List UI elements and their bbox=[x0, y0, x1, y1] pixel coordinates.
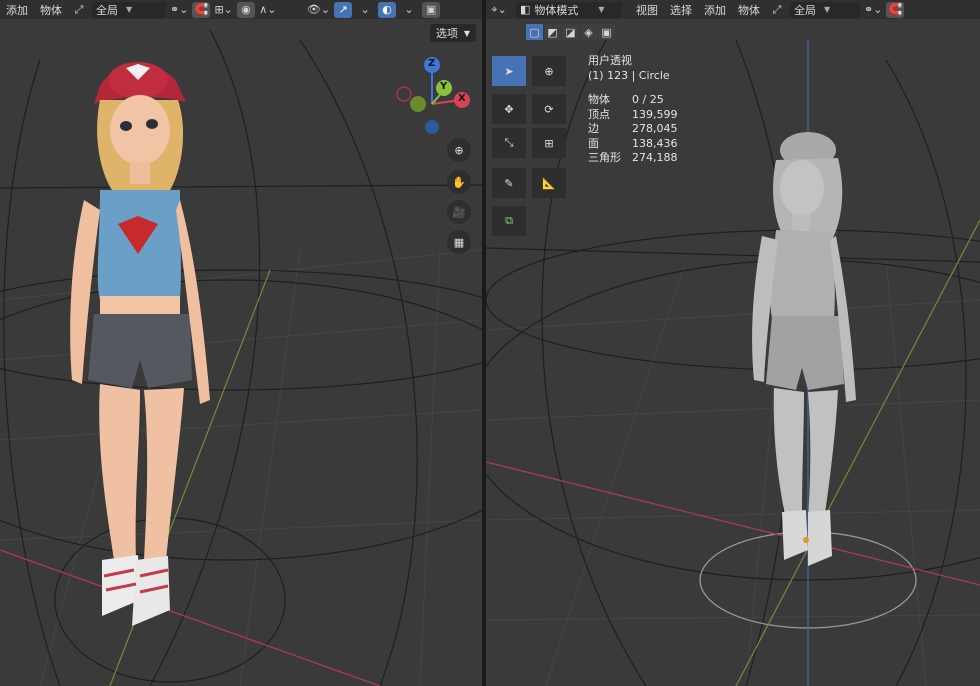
menu-add[interactable]: 添加 bbox=[698, 2, 732, 18]
stat-objects: 物体 0 / 25 bbox=[588, 93, 664, 106]
transform-orientation-icon[interactable]: ⤢ bbox=[768, 2, 786, 18]
select-subtract-icon[interactable]: ◪ bbox=[562, 24, 579, 40]
options-label: 选项 bbox=[435, 27, 458, 40]
zoom-icon[interactable]: ⊕ bbox=[447, 138, 471, 162]
chevron-down-icon: ▼ bbox=[126, 5, 133, 14]
pivot-point-icon[interactable]: ⚭⌄ bbox=[864, 2, 882, 18]
stat-triangles: 三角形 274,188 bbox=[588, 151, 678, 164]
menu-view[interactable]: 视图 bbox=[630, 2, 664, 18]
pivot-point-icon[interactable]: ⚭⌄ bbox=[170, 2, 188, 18]
move-icon[interactable]: ✥ bbox=[492, 94, 526, 124]
editor-mode-dropdown[interactable]: ◧ 物体模式 ▼ bbox=[516, 1, 622, 18]
chevron-down-icon: ▼ bbox=[598, 5, 605, 14]
transform-orientation-dropdown[interactable]: 全局 ▼ bbox=[790, 1, 860, 18]
menu-object[interactable]: 物体 bbox=[732, 2, 766, 18]
stat-edges: 边 278,045 bbox=[588, 122, 678, 135]
camera-icon[interactable]: 🎥 bbox=[447, 200, 471, 224]
transform-orientation-value: 全局 bbox=[794, 3, 816, 17]
gizmo-menu-icon[interactable]: ⌄ bbox=[356, 2, 374, 18]
annotate-icon[interactable]: ✎ bbox=[492, 168, 526, 198]
xray-toggle-icon[interactable]: ▣ bbox=[422, 1, 441, 18]
overlays-menu-icon[interactable]: ⌄ bbox=[400, 2, 418, 18]
gizmo-y-label: Y bbox=[440, 81, 448, 92]
scale-icon[interactable]: ⤡ bbox=[492, 128, 526, 158]
left-scene bbox=[0, 0, 482, 686]
select-extend-icon[interactable]: ◩ bbox=[544, 24, 561, 40]
overlays-icon[interactable]: ◐ bbox=[378, 1, 397, 18]
snap-icon[interactable]: 🧲 bbox=[192, 1, 211, 18]
right-header: ⌖⌄ ◧ 物体模式 ▼ 视图 选择 添加 物体 ⤢ 全局 ▼ ⚭⌄ 🧲 bbox=[486, 0, 980, 19]
menu-select[interactable]: 选择 bbox=[664, 2, 698, 18]
falloff-icon[interactable]: ∧⌄ bbox=[259, 2, 277, 18]
select-cursor-icon[interactable]: ➤ bbox=[492, 56, 526, 86]
left-viewport[interactable]: 添加 物体 ⤢ 全局 ▼ ⚭⌄ 🧲 ⊞⌄ ◉ ∧⌄ 👁⌄ ↗ ⌄ ◐ ⌄ ▣ 选项… bbox=[0, 0, 482, 686]
gizmo-z-label: Z bbox=[428, 58, 436, 69]
viewport-info-overlay: 用户透视 (1) 123 | Circle 物体 0 / 25 顶点 139,599… bbox=[588, 54, 678, 166]
visibility-icon[interactable]: 👁⌄ bbox=[307, 2, 330, 18]
right-viewport[interactable]: ⌖⌄ ◧ 物体模式 ▼ 视图 选择 添加 物体 ⤢ 全局 ▼ ⚭⌄ 🧲 ▢ ◩ ◪ … bbox=[486, 0, 980, 686]
transform-icon[interactable]: ⊞ bbox=[532, 128, 566, 158]
select-intersect-icon[interactable]: ▣ bbox=[598, 24, 615, 40]
editor-mode-value: 物体模式 bbox=[534, 3, 579, 17]
options-dropdown[interactable]: 选项 ▼ bbox=[429, 24, 476, 42]
proportional-editing-icon[interactable]: ◉ bbox=[236, 1, 255, 18]
grid-icon[interactable]: ▦ bbox=[447, 230, 471, 254]
transform-orientation-value: 全局 bbox=[96, 3, 118, 17]
gizmo-toggle-icon[interactable]: ↗ bbox=[334, 1, 353, 18]
selection-mode-strip: ▢ ◩ ◪ ◈ ▣ bbox=[526, 24, 616, 40]
select-new-icon[interactable]: ▢ bbox=[526, 24, 543, 40]
stat-faces: 面 138,436 bbox=[588, 136, 678, 150]
menu-add[interactable]: 添加 bbox=[0, 2, 34, 18]
snap-icon[interactable]: 🧲 bbox=[886, 1, 905, 18]
editor-type-icon[interactable]: ⌖⌄ bbox=[490, 2, 508, 18]
stat-vertices: 顶点 139,599 bbox=[588, 107, 678, 121]
view-name: 用户透视 bbox=[588, 54, 632, 67]
rotate-icon[interactable]: ⟳ bbox=[532, 94, 566, 124]
menu-object[interactable]: 物体 bbox=[34, 2, 68, 18]
snap-target-icon[interactable]: ⊞⌄ bbox=[214, 2, 232, 18]
object-mode-icon: ◧ bbox=[520, 3, 531, 16]
chevron-down-icon: ▼ bbox=[824, 5, 831, 14]
3d-cursor-icon[interactable]: ⊕ bbox=[532, 56, 566, 86]
left-header: 添加 物体 ⤢ 全局 ▼ ⚭⌄ 🧲 ⊞⌄ ◉ ∧⌄ 👁⌄ ↗ ⌄ ◐ ⌄ ▣ bbox=[0, 0, 482, 19]
select-invert-icon[interactable]: ◈ bbox=[580, 24, 597, 40]
active-object-label: (1) 123 | Circle bbox=[588, 68, 670, 82]
transform-orientation-dropdown[interactable]: 全局 ▼ bbox=[92, 1, 166, 18]
add-cube-icon[interactable]: ⧉ bbox=[492, 206, 526, 236]
chevron-down-icon: ▼ bbox=[463, 28, 470, 38]
measure-icon[interactable]: 📐 bbox=[532, 168, 566, 198]
gizmo-x-label: X bbox=[458, 93, 466, 104]
transform-orientation-icon[interactable]: ⤢ bbox=[70, 2, 88, 18]
hand-pan-icon[interactable]: ✋ bbox=[447, 170, 471, 194]
